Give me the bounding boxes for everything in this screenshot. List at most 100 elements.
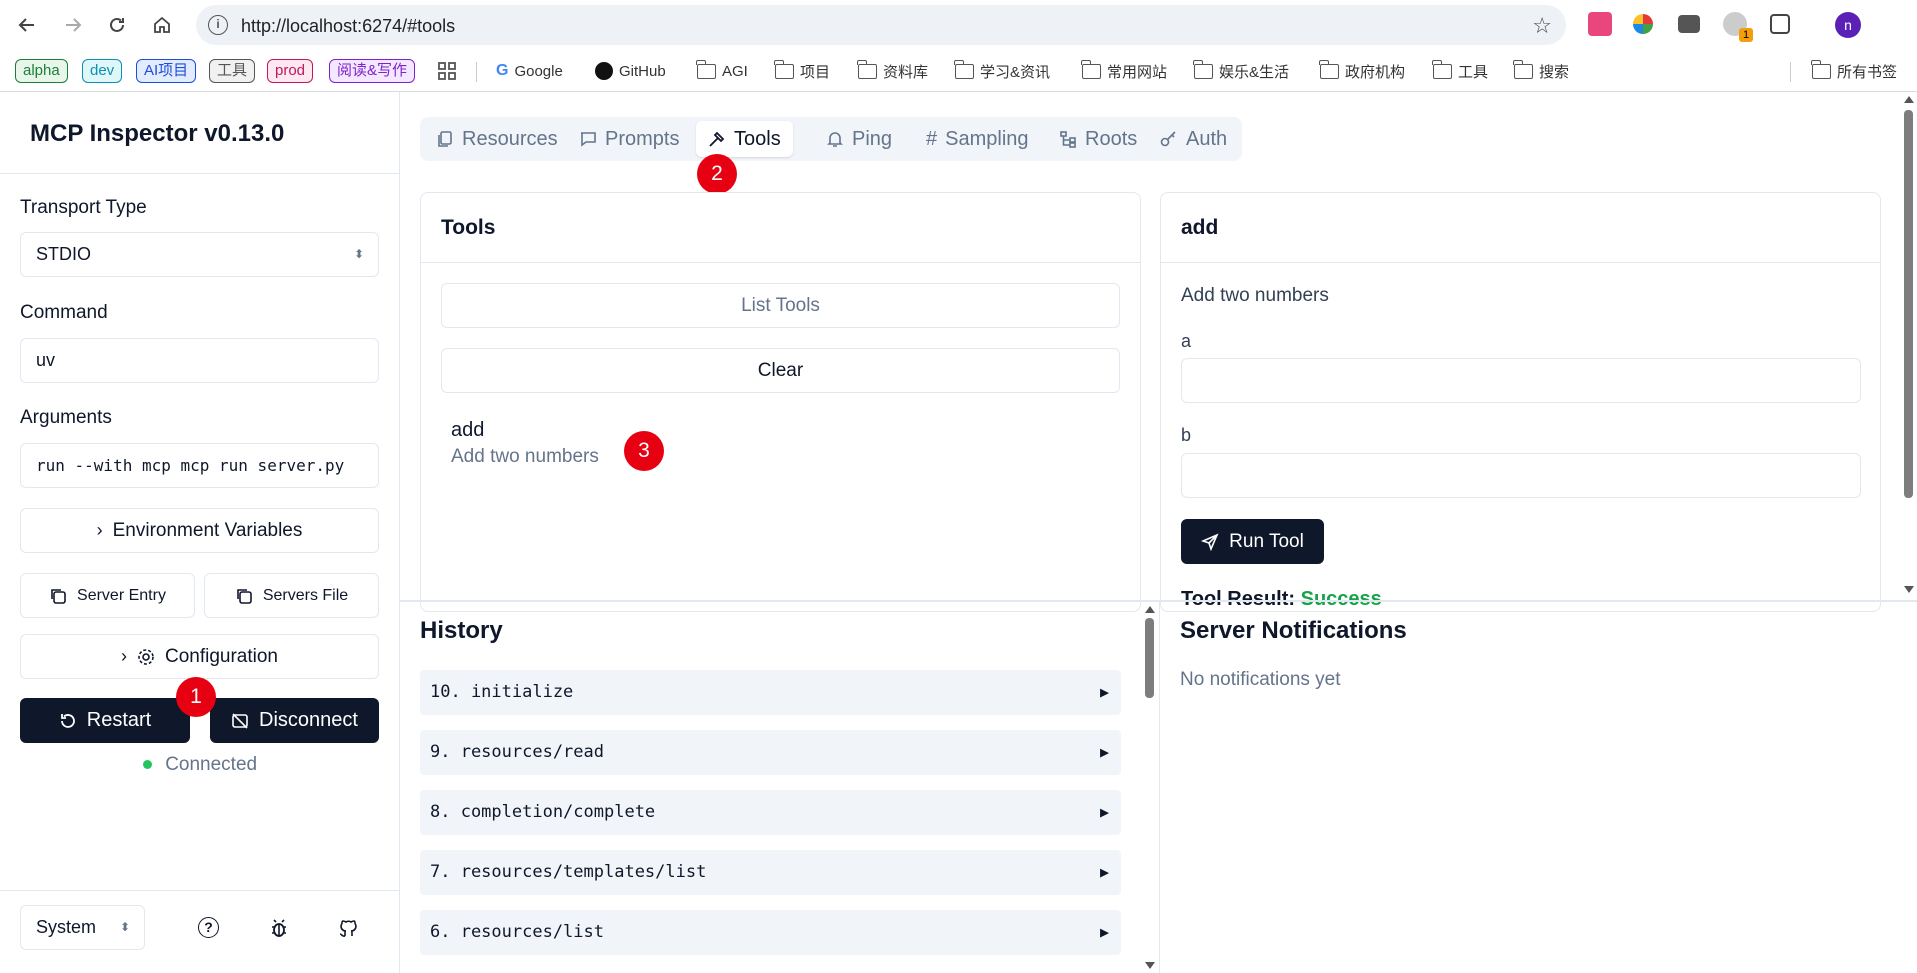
- monitor-extension-icon[interactable]: [1678, 15, 1700, 33]
- arrow-right-icon: [66, 18, 82, 32]
- folder-icon: [696, 59, 716, 79]
- bookmark-folder-common[interactable]: 常用网站: [1081, 59, 1167, 82]
- bug-icon[interactable]: [268, 917, 290, 939]
- command-input[interactable]: uv: [20, 338, 379, 383]
- back-button[interactable]: [13, 11, 41, 39]
- tab-prompts[interactable]: Prompts: [567, 121, 691, 157]
- bookmark-tag-ai[interactable]: AI项目: [136, 59, 197, 83]
- bookmark-folder-tools[interactable]: 工具: [1432, 59, 1488, 82]
- bookmark-tag-reading[interactable]: 阅读&写作: [329, 59, 416, 83]
- tab-roots[interactable]: Roots: [1047, 121, 1149, 157]
- upper-scroll-thumb[interactable]: [1904, 110, 1913, 498]
- tool-list-item[interactable]: add Add two numbers: [451, 419, 1111, 475]
- bookmark-folder-entertainment[interactable]: 娱乐&生活: [1193, 59, 1289, 82]
- history-item[interactable]: 8. completion/complete ▶: [420, 790, 1121, 835]
- history-scroll-thumb[interactable]: [1145, 618, 1154, 698]
- tab-tools[interactable]: Tools: [696, 121, 793, 157]
- bookmark-tag-tools[interactable]: 工具: [209, 59, 256, 83]
- scroll-down-arrow[interactable]: [1145, 962, 1155, 969]
- transport-type-select[interactable]: STDIO ⬍: [20, 232, 379, 277]
- folder-icon: [1432, 59, 1452, 79]
- puzzle-extensions-icon[interactable]: [1770, 14, 1790, 34]
- github-icon[interactable]: [338, 917, 360, 939]
- forward-button[interactable]: [59, 11, 87, 39]
- tool-name: add: [451, 419, 485, 441]
- scroll-down-arrow[interactable]: [1904, 586, 1914, 593]
- bookmark-google[interactable]: G Google: [496, 60, 563, 82]
- history-item[interactable]: 7. resources/templates/list ▶: [420, 850, 1121, 895]
- history-item[interactable]: 10. initialize ▶: [420, 670, 1121, 715]
- url-text: http://localhost:6274/#tools: [241, 16, 456, 36]
- configuration-button[interactable]: › Configuration: [20, 634, 379, 679]
- notifications-title: Server Notifications: [1180, 617, 1407, 644]
- tab-ping[interactable]: Ping: [814, 121, 904, 157]
- address-bar[interactable]: i http://localhost:6274/#tools ☆: [196, 5, 1566, 45]
- theme-select[interactable]: System ⬍: [20, 905, 145, 950]
- history-item[interactable]: 9. resources/read ▶: [420, 730, 1121, 775]
- status-dot: [142, 760, 152, 770]
- bookmark-tag-alpha[interactable]: alpha: [15, 59, 68, 83]
- upper-scrollbar[interactable]: [1900, 92, 1917, 598]
- chevron-right-icon: ›: [120, 646, 127, 666]
- resources-icon: [438, 131, 452, 147]
- restart-button[interactable]: Restart: [20, 698, 190, 743]
- bookmark-tag-prod[interactable]: prod: [267, 59, 314, 83]
- scroll-up-arrow[interactable]: [1904, 96, 1914, 103]
- folder-icon: [1513, 59, 1533, 79]
- tab-resources[interactable]: Resources: [424, 121, 570, 157]
- bookmark-folder-search[interactable]: 搜索: [1513, 59, 1569, 82]
- folder-icon: [1811, 59, 1831, 79]
- all-bookmarks[interactable]: 所有书签: [1811, 59, 1897, 82]
- bookmark-folder-gov[interactable]: 政府机构: [1319, 59, 1405, 82]
- history-scrollbar[interactable]: [1142, 602, 1157, 973]
- arguments-label: Arguments: [20, 407, 112, 428]
- scroll-up-arrow[interactable]: [1145, 606, 1155, 613]
- site-info-icon[interactable]: i: [208, 15, 228, 35]
- apps-grid-icon[interactable]: [438, 60, 456, 82]
- disconnect-button[interactable]: Disconnect: [210, 698, 379, 743]
- copy-icon: [51, 588, 66, 604]
- bookmark-folder-agi[interactable]: AGI: [696, 59, 748, 82]
- command-label: Command: [20, 302, 108, 323]
- environment-variables-button[interactable]: › Environment Variables: [20, 508, 379, 553]
- tab-sampling[interactable]: # Sampling: [914, 121, 1041, 157]
- param-b-input[interactable]: [1181, 453, 1861, 498]
- folder-icon: [857, 59, 877, 79]
- bookmark-star-icon[interactable]: ☆: [1532, 13, 1552, 39]
- bookmark-folder-projects[interactable]: 项目: [774, 59, 830, 82]
- arrow-left-icon: [18, 18, 34, 32]
- colorful-extension-icon[interactable]: [1633, 14, 1653, 34]
- tool-detail-title: add: [1161, 193, 1880, 263]
- bookmarks-bar: alpha dev AI项目 工具 prod 阅读&写作 G Google Gi…: [0, 50, 1917, 92]
- google-icon: G: [496, 62, 509, 79]
- home-button[interactable]: [148, 11, 176, 39]
- param-a-input[interactable]: [1181, 358, 1861, 403]
- arguments-input[interactable]: run --with mcp mcp run server.py: [20, 443, 379, 488]
- bookmarks-separator: [1790, 62, 1791, 82]
- bookmark-folder-learning[interactable]: 学习&资讯: [954, 59, 1050, 82]
- bookmark-tag-dev[interactable]: dev: [82, 59, 123, 83]
- badge-extension-icon[interactable]: 1: [1723, 12, 1753, 42]
- translate-extension-icon[interactable]: [1588, 12, 1612, 36]
- home-icon: [154, 16, 170, 33]
- bookmark-folder-library[interactable]: 资料库: [857, 59, 928, 82]
- bookmark-github[interactable]: GitHub: [595, 60, 666, 82]
- list-tools-button[interactable]: List Tools: [441, 283, 1120, 328]
- reload-button[interactable]: [103, 11, 131, 39]
- tool-detail-panel: add Add two numbers a b Run Tool Tool Re…: [1160, 192, 1881, 612]
- profile-avatar[interactable]: n: [1835, 12, 1861, 38]
- key-icon: [1160, 131, 1176, 147]
- chevron-updown-icon: ⬍: [353, 247, 364, 261]
- run-tool-button[interactable]: Run Tool: [1181, 519, 1324, 564]
- help-icon[interactable]: ?: [198, 917, 219, 938]
- tool-detail-description: Add two numbers: [1181, 285, 1329, 306]
- history-title: History: [420, 617, 503, 644]
- unplug-icon: [232, 712, 248, 729]
- servers-file-button[interactable]: Servers File: [204, 573, 379, 618]
- history-item[interactable]: 6. resources/list ▶: [420, 910, 1121, 955]
- server-entry-button[interactable]: Server Entry: [20, 573, 195, 618]
- clear-button[interactable]: Clear: [441, 348, 1120, 393]
- annotation-badge-2: 2: [697, 154, 737, 194]
- tab-auth[interactable]: Auth: [1148, 121, 1239, 157]
- prompts-icon: [581, 132, 596, 147]
